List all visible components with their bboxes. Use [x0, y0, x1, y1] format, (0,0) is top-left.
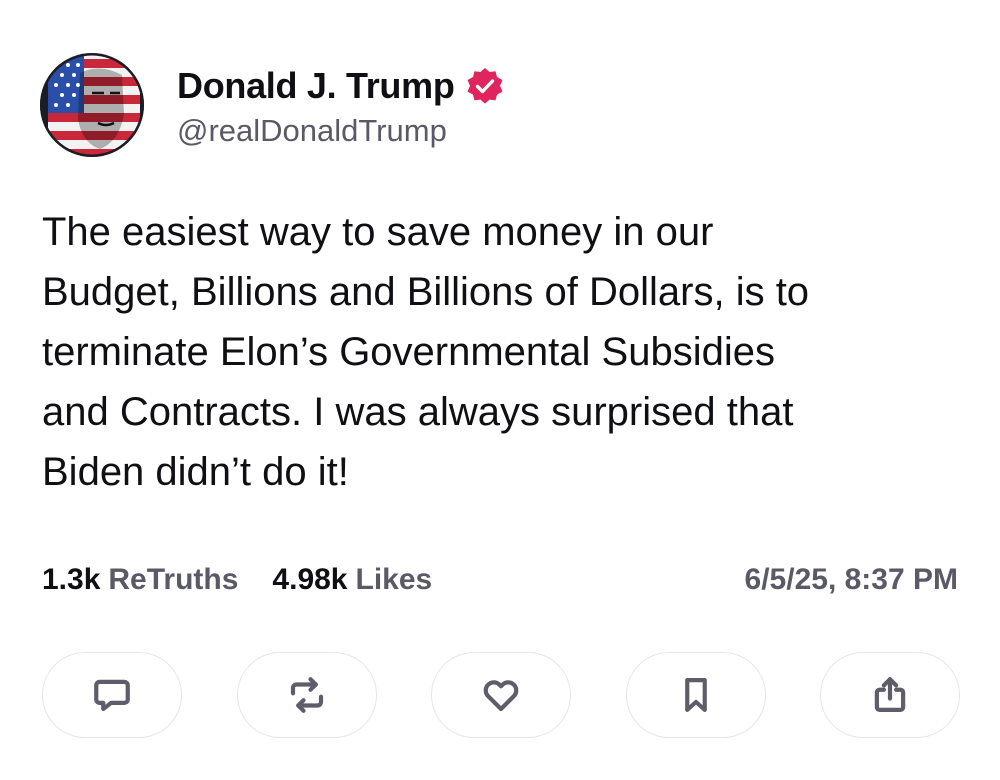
likes-count: 4.98k	[272, 563, 348, 596]
retruth-button[interactable]	[236, 652, 377, 738]
heart-icon	[483, 680, 519, 712]
bookmark-button[interactable]	[625, 652, 766, 738]
repost-icon	[290, 677, 323, 713]
retruths-stat[interactable]: 1.3k ReTruths	[42, 563, 238, 597]
post-stats: 1.3k ReTruths 4.98k Likes 6/5/25, 8:37 PM	[42, 560, 958, 600]
post-body: The easiest way to save money in our Bud…	[42, 210, 810, 494]
post-header: Donald J. Trump @realDonaldTrump	[40, 50, 505, 160]
name-row: Donald J. Trump	[177, 61, 505, 111]
share-button[interactable]	[820, 652, 960, 738]
retruths-label: ReTruths	[108, 563, 239, 596]
reply-button[interactable]	[42, 652, 182, 738]
avatar[interactable]	[40, 53, 144, 157]
like-button[interactable]	[431, 652, 571, 738]
action-bar	[42, 652, 960, 740]
display-name[interactable]: Donald J. Trump	[177, 65, 455, 107]
post-timestamp: 6/5/25, 8:37 PM	[744, 563, 958, 596]
bookmark-icon	[684, 678, 707, 712]
avatar-flag-portrait-icon	[40, 53, 144, 157]
likes-label: Likes	[355, 563, 433, 596]
retruths-count: 1.3k	[42, 563, 101, 596]
likes-stat[interactable]: 4.98k Likes	[272, 563, 432, 597]
comment-icon	[94, 679, 130, 712]
share-icon	[874, 677, 906, 712]
author-info: Donald J. Trump @realDonaldTrump	[177, 61, 505, 149]
author-handle[interactable]: @realDonaldTrump	[177, 113, 505, 149]
verified-badge-icon	[465, 66, 505, 106]
